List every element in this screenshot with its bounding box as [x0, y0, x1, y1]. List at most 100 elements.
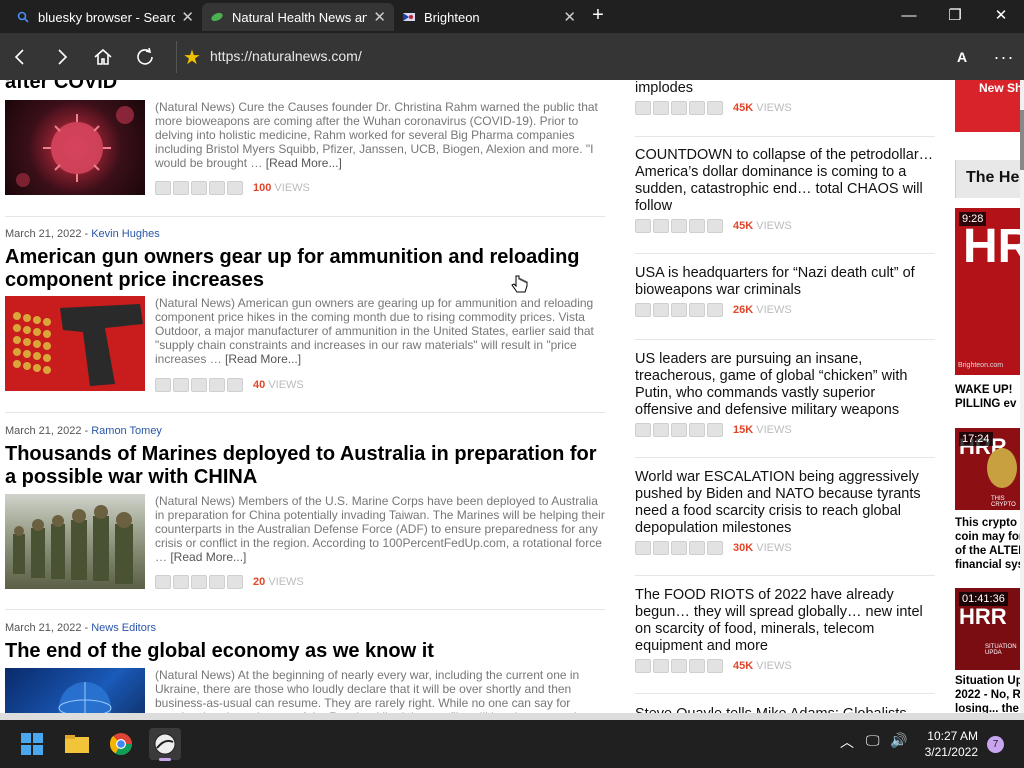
read-more-link[interactable]: [Read More...]: [225, 352, 301, 366]
share-icon[interactable]: [173, 377, 189, 392]
share-icon[interactable]: [707, 541, 723, 555]
video-thumbnail[interactable]: HRR Brighteon.com 9:28: [955, 208, 1024, 375]
article-title[interactable]: Thousands of Marines deployed to Austral…: [5, 443, 605, 489]
trending-title[interactable]: US leaders are pursuing an insane, treac…: [635, 351, 935, 419]
share-icon[interactable]: [671, 303, 687, 317]
share-icon[interactable]: [653, 659, 669, 673]
share-icon[interactable]: [671, 423, 687, 437]
share-icon[interactable]: [227, 574, 243, 589]
back-button[interactable]: [4, 41, 36, 73]
read-aloud-button[interactable]: A: [946, 41, 978, 73]
tab-bluesky-search[interactable]: bluesky browser - Searc ✕: [8, 3, 202, 31]
share-icon[interactable]: [707, 659, 723, 673]
trending-item[interactable]: COUNTDOWN to collapse of the petrodollar…: [635, 147, 935, 233]
tab-brighteon[interactable]: Brighteon ✕: [394, 3, 584, 31]
new-tab-button[interactable]: +: [586, 4, 610, 28]
author-link[interactable]: Kevin Hughes: [91, 228, 160, 240]
share-icon[interactable]: [155, 574, 171, 589]
article-thumbnail-gun[interactable]: [5, 296, 145, 391]
article-thumbnail-virus[interactable]: [5, 100, 145, 195]
menu-button[interactable]: ···: [988, 41, 1020, 73]
tab-natural-health-news[interactable]: Natural Health News an ✕: [202, 3, 394, 31]
close-tab-icon[interactable]: ✕: [373, 8, 386, 26]
share-icon[interactable]: [689, 659, 705, 673]
chrome-button[interactable]: [105, 728, 137, 760]
trending-item[interactable]: USA is headquarters for “Nazi death cult…: [635, 265, 935, 317]
share-icon[interactable]: [653, 101, 669, 115]
close-tab-icon[interactable]: ✕: [181, 8, 194, 26]
read-more-link[interactable]: [Read More...]: [170, 550, 246, 564]
share-icon[interactable]: [155, 377, 171, 392]
share-icon[interactable]: [689, 423, 705, 437]
share-icon[interactable]: [635, 303, 651, 317]
share-icon[interactable]: [209, 180, 225, 195]
network-icon[interactable]: 🖵: [866, 732, 880, 749]
share-icon[interactable]: [653, 219, 669, 233]
share-icon[interactable]: [635, 423, 651, 437]
share-icon[interactable]: [653, 541, 669, 555]
share-icon[interactable]: [635, 219, 651, 233]
share-icon[interactable]: [191, 180, 207, 195]
share-icon[interactable]: [227, 180, 243, 195]
trending-item[interactable]: The FOOD RIOTS of 2022 have already begu…: [635, 587, 935, 673]
file-explorer-button[interactable]: [61, 728, 93, 760]
favorite-star-icon[interactable]: ★: [183, 45, 201, 70]
share-icon[interactable]: [671, 659, 687, 673]
share-icon[interactable]: [689, 219, 705, 233]
tray-chevron-icon[interactable]: ︿: [840, 732, 854, 752]
share-icon[interactable]: [689, 541, 705, 555]
video-thumbnail[interactable]: HRR SITUATION UPDA 01:41:36: [955, 588, 1024, 670]
video-title[interactable]: This crypto coin may for of the ALTER finan…: [955, 516, 1024, 572]
share-icon[interactable]: [191, 574, 207, 589]
share-icon[interactable]: [653, 423, 669, 437]
share-icon[interactable]: [635, 659, 651, 673]
address-bar[interactable]: ★ https://naturalnews.com/: [176, 41, 928, 73]
video-title[interactable]: WAKE UP! PILLING ev: [955, 383, 1024, 411]
scroll-thumb[interactable]: [1020, 110, 1024, 170]
url-text[interactable]: https://naturalnews.com/: [210, 48, 362, 64]
share-icon[interactable]: [155, 180, 171, 195]
read-more-link[interactable]: [Read More...]: [266, 156, 342, 170]
share-icon[interactable]: [707, 423, 723, 437]
notification-badge[interactable]: 7: [987, 736, 1004, 753]
trending-item[interactable]: US leaders are pursuing an insane, treac…: [635, 351, 935, 437]
minimize-button[interactable]: —: [886, 0, 932, 33]
share-icon[interactable]: [191, 377, 207, 392]
author-link[interactable]: Ramon Tomey: [91, 425, 162, 437]
close-window-button[interactable]: ✕: [978, 0, 1024, 33]
trending-title[interactable]: USA is headquarters for “Nazi death cult…: [635, 265, 935, 299]
share-icon[interactable]: [227, 377, 243, 392]
share-icon[interactable]: [689, 303, 705, 317]
restore-button[interactable]: ❐: [932, 0, 978, 33]
share-icon[interactable]: [173, 180, 189, 195]
home-button[interactable]: [87, 41, 119, 73]
volume-icon[interactable]: 🔊: [890, 732, 907, 749]
article-title[interactable]: after COVID: [5, 80, 605, 94]
trending-title[interactable]: The FOOD RIOTS of 2022 have already begu…: [635, 587, 935, 655]
author-link[interactable]: News Editors: [91, 622, 156, 634]
trending-item[interactable]: implodes 45K VIEWS: [635, 80, 935, 115]
trending-title[interactable]: COUNTDOWN to collapse of the petrodollar…: [635, 147, 935, 215]
share-icon[interactable]: [671, 219, 687, 233]
refresh-button[interactable]: [129, 41, 161, 73]
forward-button[interactable]: [46, 41, 78, 73]
share-icon[interactable]: [707, 101, 723, 115]
share-icon[interactable]: [635, 101, 651, 115]
start-button[interactable]: [16, 728, 48, 760]
vertical-scrollbar[interactable]: [1020, 80, 1024, 720]
share-icon[interactable]: [209, 377, 225, 392]
horizontal-scrollbar[interactable]: [0, 713, 1024, 720]
article-thumbnail-marines[interactable]: [5, 494, 145, 589]
browser-app-button[interactable]: [149, 728, 181, 761]
share-icon[interactable]: [635, 541, 651, 555]
close-tab-icon[interactable]: ✕: [563, 8, 576, 26]
share-icon[interactable]: [707, 303, 723, 317]
trending-title[interactable]: implodes: [635, 80, 935, 97]
promo-banner[interactable]: New Sh: [955, 80, 1024, 132]
trending-title[interactable]: World war ESCALATION being aggressively …: [635, 469, 935, 537]
share-icon[interactable]: [653, 303, 669, 317]
share-icon[interactable]: [689, 101, 705, 115]
video-thumbnail[interactable]: HRR THIS CRYPTO 17:24: [955, 428, 1024, 510]
share-icon[interactable]: [671, 101, 687, 115]
article-title[interactable]: The end of the global economy as we know…: [5, 640, 605, 663]
